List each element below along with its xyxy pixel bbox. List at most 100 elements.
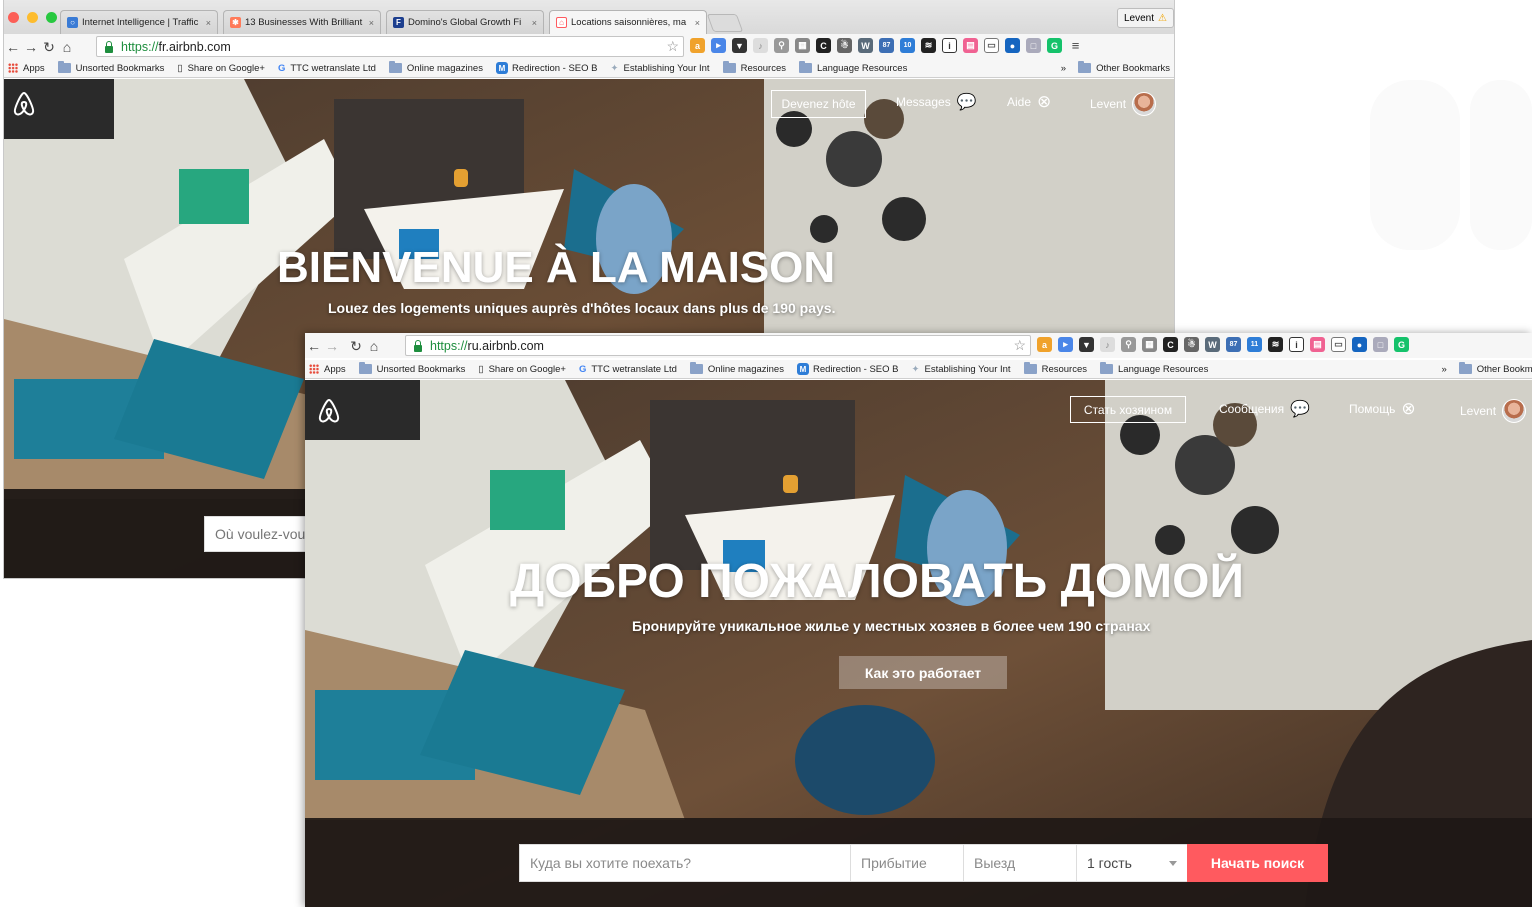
address-bar[interactable]: https://fr.airbnb.com ☆	[96, 36, 684, 57]
other-bookmarks[interactable]: Other Bookma	[1477, 364, 1532, 375]
close-window-button[interactable]	[8, 12, 19, 23]
bookmark-item[interactable]: Online magazines	[689, 362, 784, 375]
colorzilla-extension-icon[interactable]: C	[816, 38, 831, 53]
browser-tab[interactable]: ✱ 13 Businesses With Brilliant ×	[223, 10, 381, 34]
flag-extension-icon[interactable]: ▤	[1310, 337, 1325, 352]
user-menu[interactable]: Levent	[1460, 399, 1527, 423]
forward-icon[interactable]: →	[22, 40, 40, 54]
become-host-button[interactable]: Стать хозяином	[1070, 396, 1186, 423]
menu-icon[interactable]: ≡	[1068, 38, 1083, 53]
info-extension-icon[interactable]: i	[1289, 337, 1304, 352]
bookmark-star-icon[interactable]: ☆	[666, 38, 679, 55]
bookmark-item[interactable]: Resources	[1023, 362, 1087, 375]
search-submit-button[interactable]: Начать поиск	[1187, 844, 1328, 882]
wordpress-extension-icon[interactable]: W	[1205, 337, 1220, 352]
forward-icon[interactable]: →	[323, 339, 341, 353]
grammarly-extension-icon[interactable]: G	[1047, 38, 1062, 53]
flag-extension-icon[interactable]: ▤	[963, 38, 978, 53]
cast-icon[interactable]: ▭	[984, 38, 999, 53]
amazon-extension-icon[interactable]: a	[1037, 337, 1052, 352]
back-icon[interactable]: ←	[305, 339, 323, 353]
colorzilla-extension-icon[interactable]: C	[1163, 337, 1178, 352]
bookmark-item[interactable]: M Redirection - SEO B	[796, 363, 899, 375]
bookmark-item[interactable]: Language Resources	[1100, 362, 1208, 375]
search-where-input[interactable]: Куда вы хотите поехать?	[519, 844, 851, 882]
browser-tab[interactable]: F Domino's Global Growth Fi ×	[386, 10, 544, 34]
grey-extension-icon[interactable]: □	[1026, 38, 1041, 53]
bookmark-item[interactable]: ✦ Establishing Your Int	[912, 364, 1011, 375]
help-link[interactable]: Aide ⊗	[1007, 92, 1051, 112]
airbnb-logo-icon[interactable]	[12, 91, 36, 117]
new-tab-button[interactable]	[706, 14, 744, 32]
overflow-chevron-icon[interactable]: »	[1441, 364, 1446, 375]
bookmark-apps[interactable]: Apps	[8, 63, 45, 74]
home-icon[interactable]: ⌂	[365, 339, 383, 353]
bookmark-apps[interactable]: Apps	[309, 364, 346, 375]
reload-icon[interactable]: ↻	[40, 40, 58, 54]
profile-button[interactable]: Levent ⚠	[1117, 8, 1174, 28]
circle-extension-icon[interactable]: ●	[1005, 38, 1020, 53]
pin-extension-icon[interactable]: ⚲	[774, 38, 789, 53]
messages-link[interactable]: Сообщения 💬	[1219, 399, 1310, 419]
checkout-date-input[interactable]: Выезд	[963, 844, 1077, 882]
close-tab-icon[interactable]: ×	[206, 18, 211, 28]
bookmark-star-icon[interactable]: ☆	[1013, 337, 1026, 354]
counter-extension-icon[interactable]: 10	[900, 38, 915, 53]
browser-tab[interactable]: ○ Internet Intelligence | Traffic ×	[60, 10, 218, 34]
guests-select[interactable]: 1 гость	[1076, 844, 1188, 882]
pin-extension-icon[interactable]: ⚲	[1121, 337, 1136, 352]
become-host-button[interactable]: Devenez hôte	[771, 90, 866, 118]
reload-icon[interactable]: ↻	[347, 339, 365, 353]
news-extension-icon[interactable]: ▦	[1142, 337, 1157, 352]
cast-icon[interactable]: ▭	[1331, 337, 1346, 352]
airbnb-logo-icon[interactable]	[317, 398, 341, 424]
counter-extension-icon[interactable]: 11	[1247, 337, 1262, 352]
wordpress-extension-icon[interactable]: W	[858, 38, 873, 53]
bookmark-item[interactable]: Resources	[722, 61, 786, 74]
info-extension-icon[interactable]: i	[942, 38, 957, 53]
bookmark-item[interactable]: ▯ Share on Google+	[478, 364, 566, 375]
user-menu[interactable]: Levent	[1090, 92, 1157, 116]
translate-extension-icon[interactable]: ▸	[711, 38, 726, 53]
grey-extension-icon[interactable]: □	[1373, 337, 1388, 352]
browser-tab-active[interactable]: ⌂ Locations saisonnières, ma ×	[549, 10, 707, 34]
close-tab-icon[interactable]: ×	[695, 18, 700, 28]
bookmark-item[interactable]: Language Resources	[799, 61, 907, 74]
buffer-extension-icon[interactable]: ≋	[1268, 337, 1283, 352]
bookmark-item[interactable]: ✦ Establishing Your Int	[611, 63, 710, 74]
circle-extension-icon[interactable]: ●	[1352, 337, 1367, 352]
ghostery-extension-icon[interactable]: ☃	[1184, 337, 1199, 352]
help-link[interactable]: Помощь ⊗	[1349, 399, 1416, 419]
bookmark-item[interactable]: G TTC wetranslate Ltd	[278, 63, 376, 74]
bookmark-item[interactable]: G TTC wetranslate Ltd	[579, 364, 677, 375]
amazon-extension-icon[interactable]: a	[690, 38, 705, 53]
bookmark-item[interactable]: Unsorted Bookmarks	[57, 61, 164, 74]
minimize-window-button[interactable]	[27, 12, 38, 23]
close-tab-icon[interactable]: ×	[369, 18, 374, 28]
bookmark-item[interactable]: Online magazines	[388, 61, 483, 74]
zoom-window-button[interactable]	[46, 12, 57, 23]
news-extension-icon[interactable]: ▦	[795, 38, 810, 53]
score-extension-icon[interactable]: 87	[879, 38, 894, 53]
pocket-extension-icon[interactable]: ▼	[732, 38, 747, 53]
bookmark-item[interactable]: ▯ Share on Google+	[177, 63, 265, 74]
home-icon[interactable]: ⌂	[58, 40, 76, 54]
how-it-works-button[interactable]: Как это работает	[839, 656, 1007, 689]
bell-extension-icon[interactable]: ♪	[1100, 337, 1115, 352]
score-extension-icon[interactable]: 87	[1226, 337, 1241, 352]
buffer-extension-icon[interactable]: ≋	[921, 38, 936, 53]
address-bar[interactable]: https://ru.airbnb.com ☆	[405, 335, 1031, 356]
grammarly-extension-icon[interactable]: G	[1394, 337, 1409, 352]
ghostery-extension-icon[interactable]: ☃	[837, 38, 852, 53]
back-icon[interactable]: ←	[4, 40, 22, 54]
bookmark-item[interactable]: Unsorted Bookmarks	[358, 362, 465, 375]
close-tab-icon[interactable]: ×	[532, 18, 537, 28]
checkin-date-input[interactable]: Прибытие	[850, 844, 964, 882]
other-bookmarks[interactable]: Other Bookmarks	[1096, 63, 1170, 74]
overflow-chevron-icon[interactable]: »	[1061, 63, 1066, 74]
bookmark-item[interactable]: M Redirection - SEO B	[495, 62, 598, 74]
bell-extension-icon[interactable]: ♪	[753, 38, 768, 53]
messages-link[interactable]: Messages 💬	[896, 92, 977, 112]
pocket-extension-icon[interactable]: ▼	[1079, 337, 1094, 352]
translate-extension-icon[interactable]: ▸	[1058, 337, 1073, 352]
